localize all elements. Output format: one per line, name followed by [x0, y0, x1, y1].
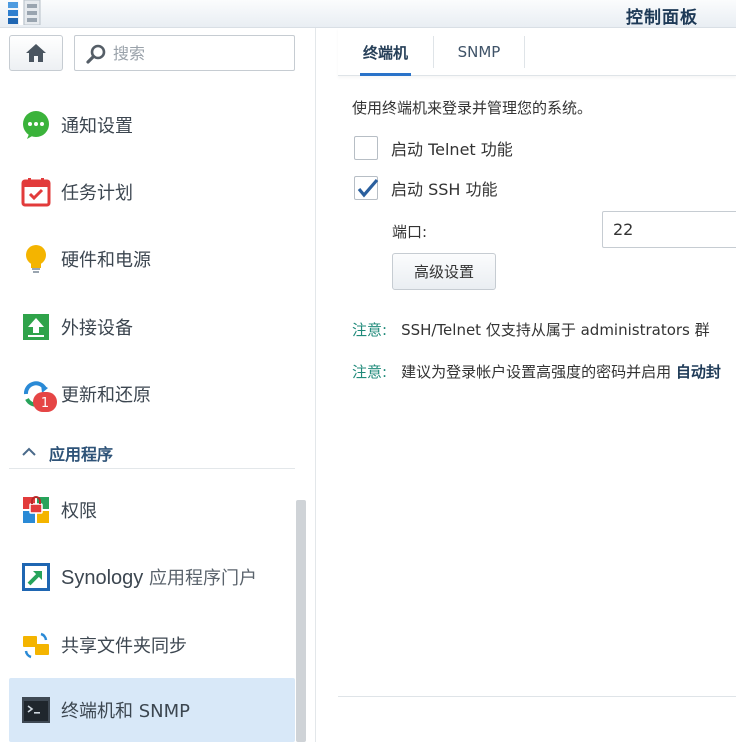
home-icon [26, 44, 46, 62]
note-text: SSH/Telnet 仅支持从属于 administrators 群 [401, 321, 710, 339]
sidebar-item-notification[interactable]: 通知设置 [9, 95, 295, 155]
tab-divider [524, 36, 525, 68]
folder-sync-icon [23, 632, 49, 659]
sidebar-item-label: 共享文件夹同步 [61, 636, 187, 657]
sidebar-item-privileges[interactable]: 权限 [9, 480, 295, 540]
telnet-option: 启动 Telnet 功能 [354, 135, 513, 161]
sidebar-item-external-devices[interactable]: 外接设备 [9, 297, 295, 357]
note-ssh-telnet: 注意: SSH/Telnet 仅支持从属于 administrators 群 [352, 319, 710, 340]
sidebar-item-label: 权限 [61, 501, 97, 522]
checkmark-icon [357, 178, 379, 198]
search-box[interactable] [74, 35, 295, 71]
sidebar-item-application-portal[interactable]: Synology 应用程序门户 [9, 547, 295, 607]
sidebar-item-terminal-snmp[interactable]: 终端机和 SNMP [9, 678, 295, 742]
port-label: 端口: [392, 223, 428, 241]
panel-description: 使用终端机来登录并管理您的系统。 [352, 99, 593, 117]
section-header-applications[interactable]: 应用程序 [9, 435, 295, 469]
sidebar-scrollbar[interactable] [296, 500, 306, 742]
sidebar-item-label: 任务计划 [61, 183, 133, 204]
note-tag: 注意: [352, 321, 388, 339]
panel-footer-divider [338, 696, 736, 697]
note-tag: 注意: [352, 363, 388, 381]
chevron-up-icon [22, 447, 36, 456]
sidebar-item-shared-folder-sync[interactable]: 共享文件夹同步 [9, 615, 295, 675]
sidebar-item-update-restore[interactable]: 1 更新和还原 [9, 364, 295, 424]
ssh-option: 启动 SSH 功能 [354, 175, 498, 201]
sidebar-item-task-scheduler[interactable]: 任务计划 [9, 162, 295, 222]
svg-text:1: 1 [41, 396, 49, 411]
telnet-checkbox[interactable] [354, 136, 378, 160]
control-panel-icon [8, 0, 41, 25]
note-text: 建议为登录帐户设置高强度的密码并启用 [401, 363, 676, 381]
sidebar-item-label: 更新和还原 [61, 385, 151, 406]
ssh-checkbox[interactable] [354, 176, 379, 200]
search-icon [86, 44, 106, 64]
tab-bar: 终端机 SNMP [338, 28, 736, 76]
search-input[interactable] [113, 42, 288, 64]
upload-icon [23, 314, 49, 340]
sidebar: 通知设置 任务计划 硬件和电源 外接设备 [0, 28, 316, 742]
note-link[interactable]: 自动封 [676, 363, 721, 381]
ssh-label: 启动 SSH 功能 [391, 180, 498, 199]
sidebar-item-label: 外接设备 [61, 318, 133, 339]
title-bar: 控制面板 [0, 0, 736, 28]
sidebar-item-label: 通知设置 [61, 116, 133, 137]
calendar-icon [21, 178, 51, 207]
sidebar-item-hardware-power[interactable]: 硬件和电源 [9, 229, 295, 289]
section-label: 应用程序 [49, 445, 114, 464]
window-title: 控制面板 [626, 8, 698, 28]
home-button[interactable] [9, 35, 63, 71]
permissions-icon [23, 496, 49, 523]
lightbulb-icon [26, 245, 46, 273]
telnet-label: 启动 Telnet 功能 [391, 140, 513, 159]
portal-icon [22, 563, 50, 591]
terminal-settings-panel: 使用终端机来登录并管理您的系统。 启动 Telnet 功能 启动 SSH 功能 … [338, 76, 736, 696]
sidebar-item-label: 终端机和 SNMP [61, 701, 190, 722]
advanced-settings-button[interactable]: 高级设置 [392, 253, 496, 290]
note-password: 注意: 建议为登录帐户设置高强度的密码并启用 自动封 [352, 361, 721, 382]
sidebar-item-label: 硬件和电源 [61, 250, 151, 271]
notification-badge: 1 [33, 392, 57, 412]
tab-terminal[interactable]: 终端机 [338, 34, 433, 76]
tab-snmp[interactable]: SNMP [434, 34, 524, 70]
port-input[interactable] [602, 211, 736, 248]
sidebar-item-label: Synology 应用程序门户 [61, 567, 258, 589]
chat-bubble-icon [23, 111, 49, 139]
terminal-icon [22, 697, 50, 723]
